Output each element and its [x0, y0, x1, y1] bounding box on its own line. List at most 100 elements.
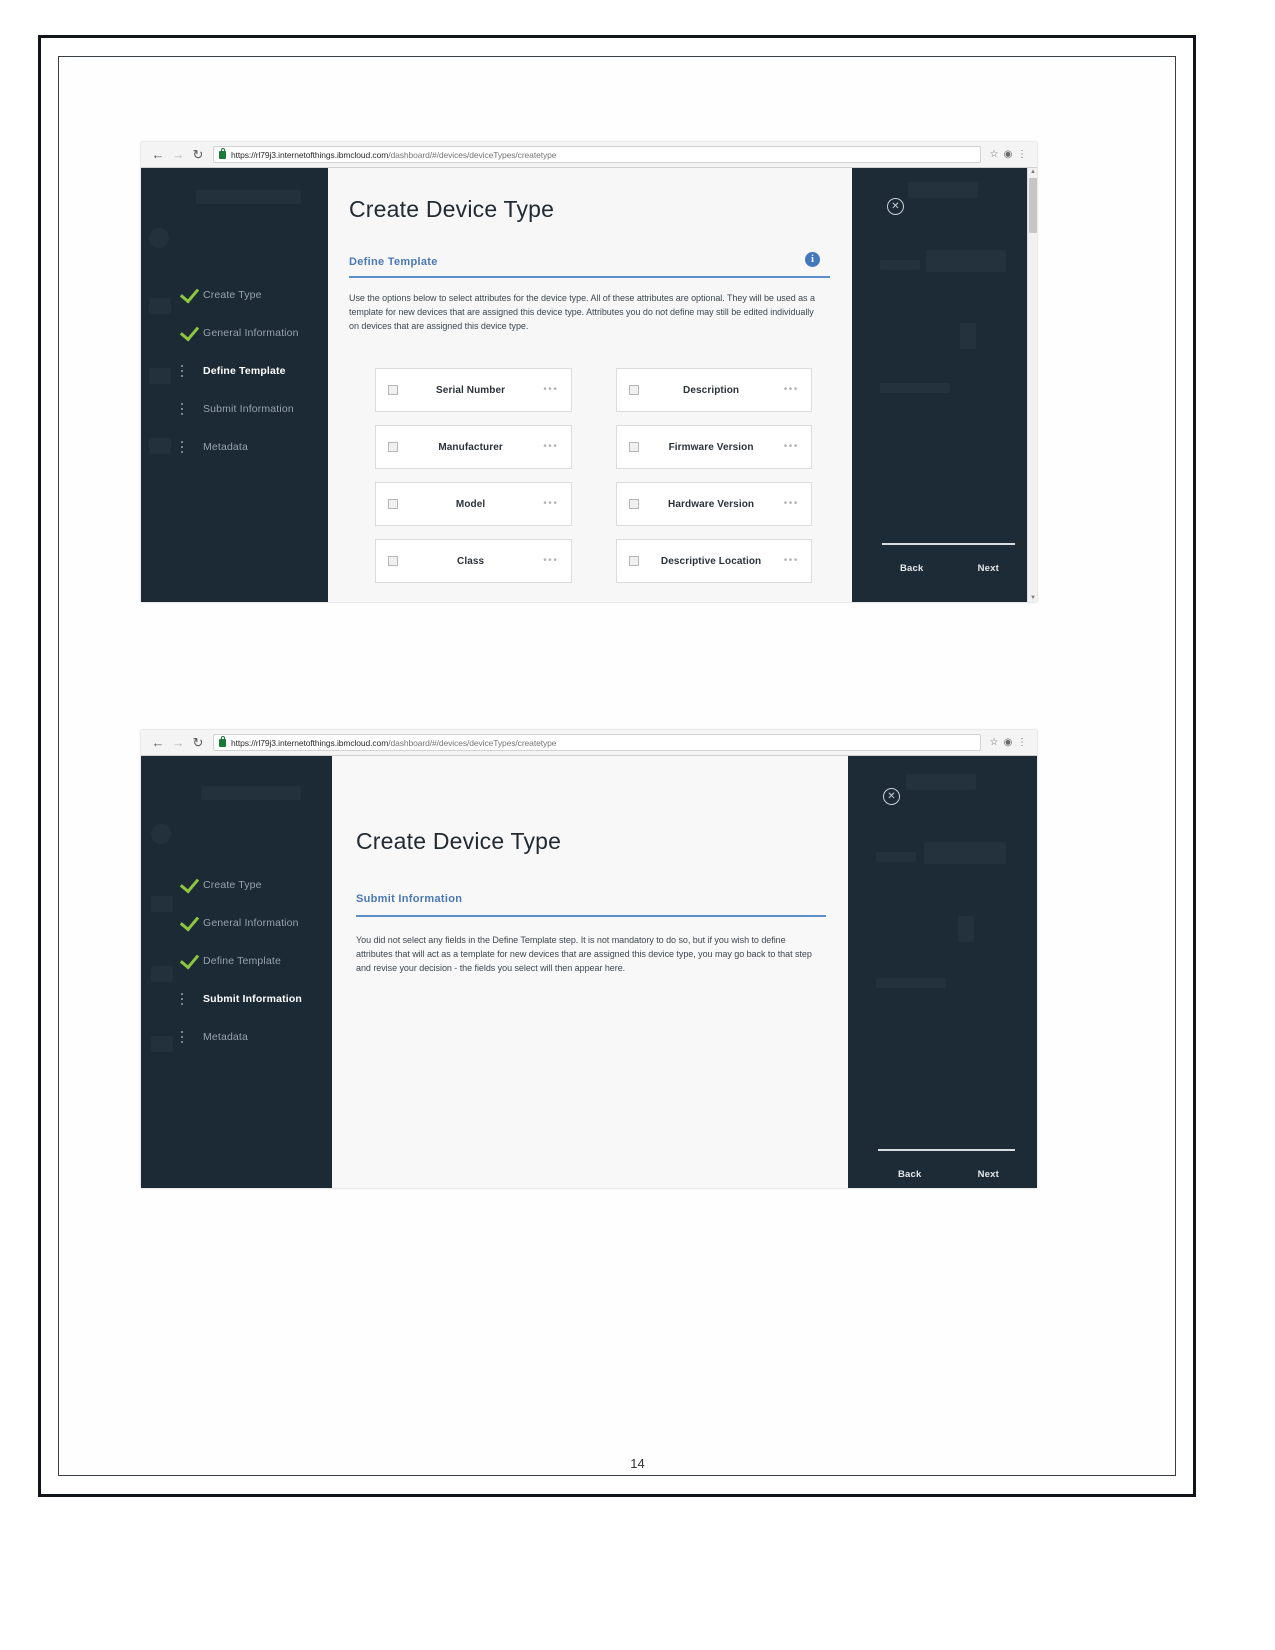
sidebar-step-create-type[interactable]: Create Type — [141, 866, 332, 904]
attribute-checkbox[interactable] — [628, 442, 639, 452]
url-text: https://rl79j3.internetofthings.ibmcloud… — [231, 737, 557, 748]
attribute-checkbox[interactable] — [388, 556, 398, 566]
attribute-label: Description — [683, 384, 740, 396]
lock-icon — [219, 735, 226, 747]
address-bar[interactable]: https://rl79j3.internetofthings.ibmcloud… — [213, 734, 981, 751]
check-icon — [179, 282, 203, 304]
browser-toolbar-2: ← → ↻ https://rl79j3.internetofthings.ib… — [141, 730, 1037, 756]
sidebar-step-label: Define Template — [203, 365, 286, 377]
sidebar-step-create-type[interactable]: Create Type — [141, 276, 328, 314]
sidebar-step-label: Define Template — [203, 955, 281, 967]
forward-icon[interactable]: → — [169, 734, 187, 752]
app-window-2: Create Type General Information Define T… — [141, 756, 1037, 1188]
scrollbar-thumb[interactable] — [1029, 178, 1037, 233]
attribute-more-icon[interactable]: ••• — [784, 442, 799, 452]
attribute-checkbox[interactable] — [388, 385, 398, 395]
next-button[interactable]: Next — [978, 563, 999, 574]
ghost-block — [880, 383, 950, 393]
attribute-checkbox[interactable] — [388, 499, 398, 509]
attribute-more-icon[interactable]: ••• — [543, 556, 558, 566]
back-button[interactable]: Back — [900, 563, 924, 574]
back-button[interactable]: Back — [898, 1169, 922, 1180]
kebab-menu-icon[interactable]: ⋮ — [1015, 149, 1029, 160]
sidebar-step-define-template[interactable]: Define Template — [141, 352, 328, 390]
profile-icon[interactable]: ◉ — [1001, 737, 1015, 748]
check-icon — [179, 320, 203, 342]
dots-icon — [181, 364, 203, 378]
attribute-checkbox[interactable] — [628, 385, 639, 395]
attribute-card-firmware-version[interactable]: Firmware Version ••• — [615, 425, 812, 469]
next-button[interactable]: Next — [978, 1169, 999, 1180]
sidebar-step-define-template[interactable]: Define Template — [141, 942, 332, 980]
ghost-block — [196, 190, 301, 204]
back-icon[interactable]: ← — [149, 734, 167, 752]
ghost-block — [880, 260, 920, 270]
attribute-card-description[interactable]: Description ••• — [615, 368, 812, 412]
ghost-block — [958, 916, 974, 942]
attribute-checkbox[interactable] — [388, 442, 398, 452]
attribute-label: Hardware Version — [668, 498, 755, 510]
ghost-block — [960, 323, 976, 349]
scroll-down-arrow[interactable]: ▼ — [1028, 594, 1037, 602]
attribute-label: Firmware Version — [668, 441, 754, 453]
sidebar-step-submit-information[interactable]: Submit Information — [141, 980, 332, 1018]
attribute-more-icon[interactable]: ••• — [543, 499, 558, 509]
sidebar-step-label: Metadata — [203, 1031, 248, 1043]
attribute-label: Class — [457, 555, 485, 567]
profile-icon[interactable]: ◉ — [1001, 149, 1015, 160]
back-icon[interactable]: ← — [149, 146, 167, 164]
reload-icon[interactable]: ↻ — [189, 734, 207, 752]
kebab-menu-icon[interactable]: ⋮ — [1015, 737, 1029, 748]
attribute-label: Model — [455, 498, 486, 510]
attribute-grid: Serial Number ••• Description ••• Manufa… — [375, 368, 812, 583]
attribute-more-icon[interactable]: ••• — [543, 442, 558, 452]
attribute-checkbox[interactable] — [628, 556, 639, 566]
app-window-1: Create Type General Information Define T… — [141, 168, 1037, 602]
wizard-main-2: Create Device Type Submit Information Yo… — [332, 756, 848, 1188]
close-icon[interactable]: ✕ — [887, 198, 904, 215]
close-icon[interactable]: ✕ — [883, 788, 900, 805]
sidebar-step-general-information[interactable]: General Information — [141, 314, 328, 352]
footer-divider — [882, 543, 1015, 545]
attribute-card-descriptive-location[interactable]: Descriptive Location ••• — [615, 539, 812, 583]
check-icon — [179, 910, 203, 932]
attribute-checkbox[interactable] — [628, 499, 639, 509]
section-description: Use the options below to select attribut… — [349, 293, 815, 331]
star-icon[interactable]: ☆ — [987, 737, 1001, 748]
attribute-more-icon[interactable]: ••• — [543, 385, 558, 395]
ghost-block — [906, 774, 976, 790]
reload-icon[interactable]: ↻ — [189, 146, 207, 164]
wizard-right-1: ✕ Back Next — [852, 168, 1037, 602]
address-bar[interactable]: https://rl79j3.internetofthings.ibmcloud… — [213, 146, 981, 163]
page-title: Create Device Type — [356, 828, 562, 854]
wizard-main-1: Create Device Type Define Template i Use… — [328, 168, 852, 602]
attribute-card-hardware-version[interactable]: Hardware Version ••• — [615, 482, 812, 526]
sidebar-step-metadata[interactable]: Metadata — [141, 1018, 332, 1056]
forward-icon[interactable]: → — [169, 146, 187, 164]
lock-icon — [219, 147, 226, 159]
section-heading: Define Template — [349, 256, 438, 268]
attribute-more-icon[interactable]: ••• — [784, 499, 799, 509]
sidebar-step-metadata[interactable]: Metadata — [141, 428, 328, 466]
sidebar-step-label: Create Type — [203, 289, 262, 301]
ghost-avatar — [151, 824, 171, 844]
check-icon — [179, 872, 203, 894]
ghost-block — [908, 182, 978, 198]
scroll-up-arrow[interactable]: ▲ — [1028, 168, 1037, 176]
sidebar-step-label: Submit Information — [203, 993, 302, 1005]
sidebar-step-general-information[interactable]: General Information — [141, 904, 332, 942]
info-icon[interactable]: i — [805, 252, 820, 267]
star-icon[interactable]: ☆ — [987, 149, 1001, 160]
attribute-more-icon[interactable]: ••• — [784, 385, 799, 395]
attribute-card-serial-number[interactable]: Serial Number ••• — [375, 368, 572, 412]
sidebar-step-submit-information[interactable]: Submit Information — [141, 390, 328, 428]
ghost-block — [201, 786, 301, 800]
attribute-card-model[interactable]: Model ••• — [375, 482, 572, 526]
sidebar-step-label: Metadata — [203, 441, 248, 453]
attribute-more-icon[interactable]: ••• — [784, 556, 799, 566]
attribute-card-manufacturer[interactable]: Manufacturer ••• — [375, 425, 572, 469]
page-number: 14 — [630, 1456, 645, 1471]
attribute-card-class[interactable]: Class ••• — [375, 539, 572, 583]
vertical-scrollbar-1[interactable]: ▲ ▼ — [1027, 168, 1037, 602]
ghost-block — [876, 978, 946, 988]
